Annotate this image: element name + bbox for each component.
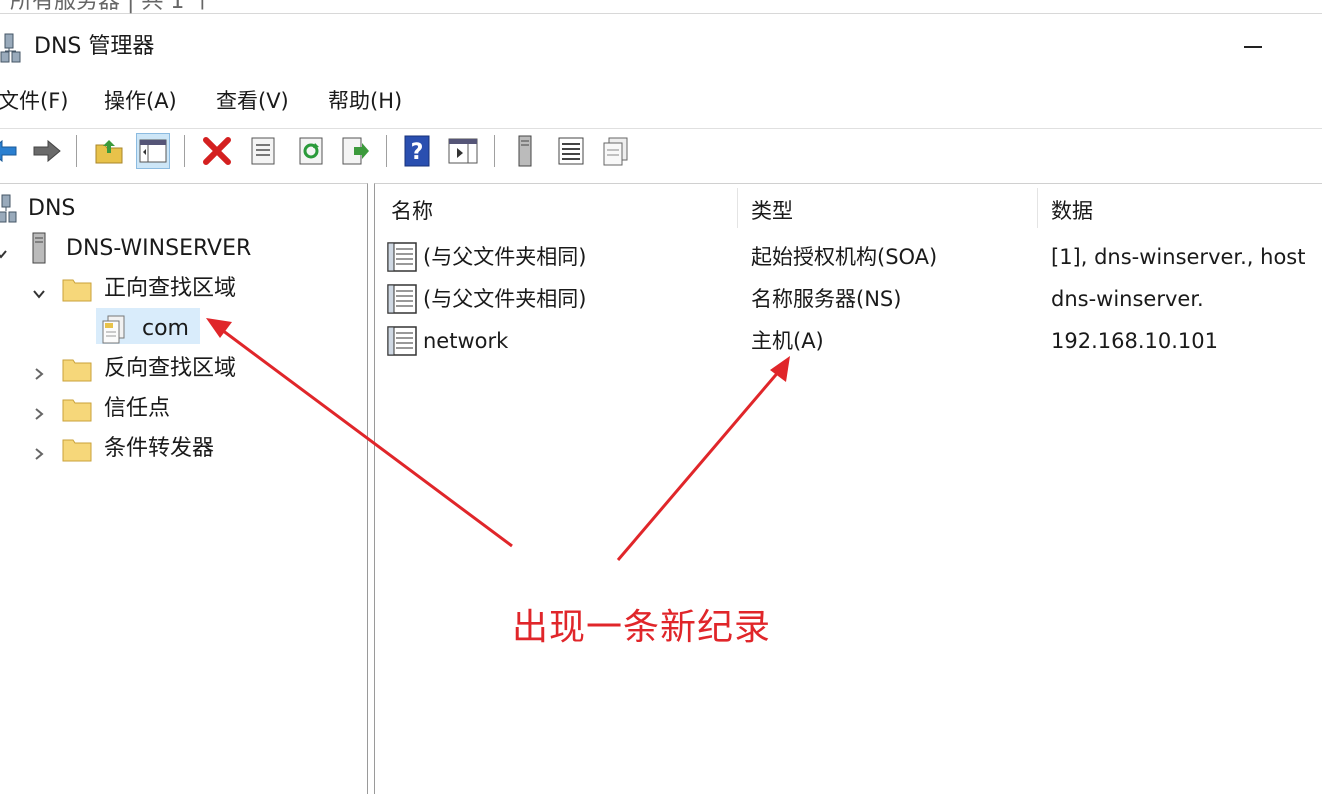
- folder-icon: [62, 276, 92, 308]
- cell-name: (与父文件夹相同): [423, 245, 587, 269]
- menu-view[interactable]: 查看(V): [216, 86, 289, 116]
- column-header-type[interactable]: 类型: [751, 194, 793, 228]
- refresh-icon[interactable]: [294, 133, 328, 169]
- table-row[interactable]: (与父文件夹相同) 名称服务器(NS) dns-winserver.: [375, 280, 1322, 318]
- toolbar-separator: [386, 135, 387, 167]
- delete-icon[interactable]: [200, 133, 234, 169]
- toolbar-separator: [494, 135, 495, 167]
- record-icon: [387, 326, 417, 356]
- server-manager-header-cutoff: 所有服务器 | 共 1 个: [0, 0, 1322, 14]
- tree-node-reverse-zones[interactable]: 反向查找区域: [0, 352, 300, 386]
- dns-root-icon: [0, 194, 18, 230]
- action-pane-icon[interactable]: [446, 133, 480, 169]
- cell-name: network: [423, 329, 509, 353]
- table-row[interactable]: network 主机(A) 192.168.10.101: [375, 322, 1322, 360]
- toolbar-separator: [184, 135, 185, 167]
- console-tree: DNS DNS-WINSERVER 正向查找区域 com 反向查找区域 信任点 …: [0, 183, 368, 794]
- properties-icon[interactable]: [246, 133, 280, 169]
- export-list-icon[interactable]: [338, 133, 372, 169]
- folder-icon: [62, 396, 92, 428]
- tree-label-zone-com: com: [142, 316, 189, 341]
- back-arrow-icon[interactable]: [0, 133, 20, 169]
- column-header-name[interactable]: 名称: [391, 194, 433, 228]
- toolbar-separator: [76, 135, 77, 167]
- cell-name: (与父文件夹相同): [423, 287, 587, 311]
- server-icon[interactable]: [508, 133, 542, 169]
- toolbar: ?: [0, 128, 1322, 175]
- chevron-right-icon[interactable]: [32, 402, 46, 427]
- list-view-icon[interactable]: [554, 133, 588, 169]
- menu-help[interactable]: 帮助(H): [328, 86, 402, 116]
- tree-node-zone-com[interactable]: com: [0, 312, 300, 346]
- record-icon: [387, 242, 417, 272]
- cell-type: 主机(A): [751, 329, 824, 353]
- tree-node-forward-zones[interactable]: 正向查找区域: [0, 272, 300, 306]
- cell-type: 名称服务器(NS): [751, 287, 902, 311]
- tree-label-conditional-forwarders: 条件转发器: [104, 436, 215, 461]
- detail-view-icon[interactable]: [598, 133, 632, 169]
- zone-icon: [100, 314, 128, 350]
- chevron-down-icon[interactable]: [32, 282, 46, 307]
- folder-icon: [62, 436, 92, 468]
- cell-data: 192.168.10.101: [1051, 329, 1218, 353]
- chevron-right-icon[interactable]: [32, 362, 46, 387]
- forward-arrow-icon[interactable]: [30, 133, 64, 169]
- cell-data: dns-winserver.: [1051, 287, 1204, 311]
- folder-icon: [62, 356, 92, 388]
- dns-server-icon: [0, 32, 22, 64]
- annotation-caption: 出现一条新纪录: [512, 607, 772, 648]
- tree-node-conditional-forwarders[interactable]: 条件转发器: [0, 432, 300, 466]
- column-divider[interactable]: [1037, 188, 1038, 228]
- tree-label-dns: DNS: [28, 196, 76, 221]
- tree-label-server: DNS-WINSERVER: [66, 236, 252, 261]
- menu-file[interactable]: 文件(F): [0, 86, 68, 116]
- record-list: 名称 类型 数据 (与父文件夹相同) 起始授权机构(SOA) [1], dns-…: [374, 183, 1322, 794]
- chevron-right-icon[interactable]: [32, 442, 46, 467]
- chevron-down-icon[interactable]: [0, 242, 8, 267]
- server-icon: [30, 232, 48, 270]
- up-folder-icon[interactable]: [92, 133, 126, 169]
- tree-label-forward-zones: 正向查找区域: [104, 276, 237, 301]
- cell-data: [1], dns-winserver., host: [1051, 245, 1306, 269]
- window-title: DNS 管理器: [34, 34, 155, 59]
- tree-label-reverse-zones: 反向查找区域: [104, 356, 237, 381]
- column-header-data[interactable]: 数据: [1051, 194, 1093, 228]
- table-row[interactable]: (与父文件夹相同) 起始授权机构(SOA) [1], dns-winserver…: [375, 238, 1322, 276]
- menu-action[interactable]: 操作(A): [104, 86, 177, 116]
- menu-bar: 文件(F) 操作(A) 查看(V) 帮助(H): [0, 84, 1322, 118]
- minimize-button[interactable]: [1240, 30, 1268, 64]
- show-hide-tree-icon[interactable]: [136, 133, 170, 169]
- tree-label-trust-points: 信任点: [104, 396, 171, 421]
- cell-type: 起始授权机构(SOA): [751, 245, 938, 269]
- help-icon[interactable]: ?: [400, 133, 434, 169]
- title-bar: DNS 管理器: [0, 22, 1322, 74]
- column-divider[interactable]: [737, 188, 738, 228]
- svg-text:?: ?: [411, 140, 424, 165]
- tree-node-server[interactable]: DNS-WINSERVER: [0, 232, 300, 266]
- record-icon: [387, 284, 417, 314]
- tree-node-trust-points[interactable]: 信任点: [0, 392, 300, 426]
